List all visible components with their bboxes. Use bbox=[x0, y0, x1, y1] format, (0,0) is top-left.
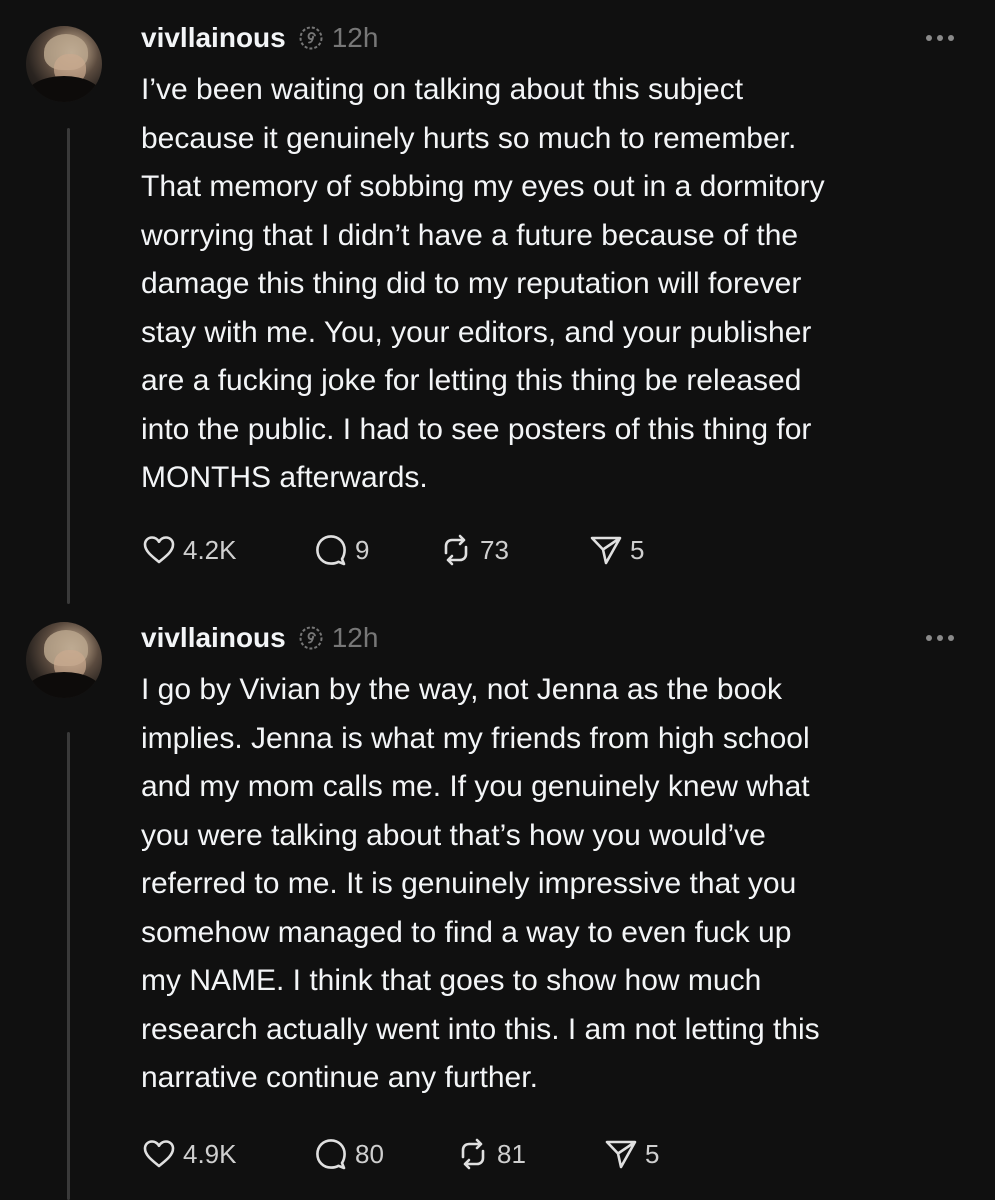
reply-button[interactable]: 9 bbox=[313, 532, 438, 568]
post-actions: 4.9K 80 81 5 bbox=[141, 1134, 703, 1174]
reply-count: 80 bbox=[355, 1138, 384, 1169]
repost-icon bbox=[444, 534, 468, 566]
like-count: 4.9K bbox=[183, 1138, 237, 1169]
repost-icon bbox=[461, 1138, 485, 1170]
share-button[interactable]: 5 bbox=[588, 532, 688, 568]
heart-icon bbox=[143, 536, 175, 564]
more-icon[interactable] bbox=[920, 20, 960, 56]
thread-line bbox=[67, 732, 70, 1200]
post-time: 12h bbox=[331, 622, 379, 653]
comment-icon bbox=[316, 1139, 346, 1170]
repost-count: 81 bbox=[497, 1138, 526, 1169]
post-header: vivllainous 12h bbox=[141, 20, 378, 56]
like-button[interactable]: 4.2K bbox=[141, 532, 313, 568]
repost-button[interactable]: 81 bbox=[455, 1136, 603, 1172]
avatar[interactable] bbox=[26, 26, 102, 102]
post-time: 12h bbox=[331, 22, 379, 53]
avatar[interactable] bbox=[26, 622, 102, 698]
post-body: I’ve been waiting on talking about this … bbox=[141, 73, 825, 494]
reply-button[interactable]: 80 bbox=[313, 1136, 455, 1172]
threads-verified-icon bbox=[299, 626, 323, 650]
share-icon bbox=[605, 1140, 637, 1169]
heart-icon bbox=[143, 1140, 175, 1168]
username[interactable]: vivllainous bbox=[141, 622, 286, 654]
repost-button[interactable]: 73 bbox=[438, 532, 588, 568]
post-body: I go by Vivian by the way, not Jenna as … bbox=[141, 673, 820, 1094]
like-count: 4.2K bbox=[183, 534, 237, 565]
thread-line bbox=[67, 128, 70, 604]
post-header: vivllainous 12h bbox=[141, 620, 378, 656]
repost-count: 73 bbox=[480, 534, 509, 565]
threads-verified-icon bbox=[299, 26, 323, 50]
comment-icon bbox=[316, 535, 346, 566]
reply-count: 9 bbox=[355, 534, 370, 565]
share-count: 5 bbox=[645, 1138, 660, 1169]
post-actions: 4.2K 9 73 5 bbox=[141, 530, 688, 570]
share-icon bbox=[590, 536, 622, 565]
more-icon[interactable] bbox=[920, 620, 960, 656]
share-count: 5 bbox=[630, 534, 645, 565]
username[interactable]: vivllainous bbox=[141, 22, 286, 54]
share-button[interactable]: 5 bbox=[603, 1136, 703, 1172]
like-button[interactable]: 4.9K bbox=[141, 1136, 313, 1172]
